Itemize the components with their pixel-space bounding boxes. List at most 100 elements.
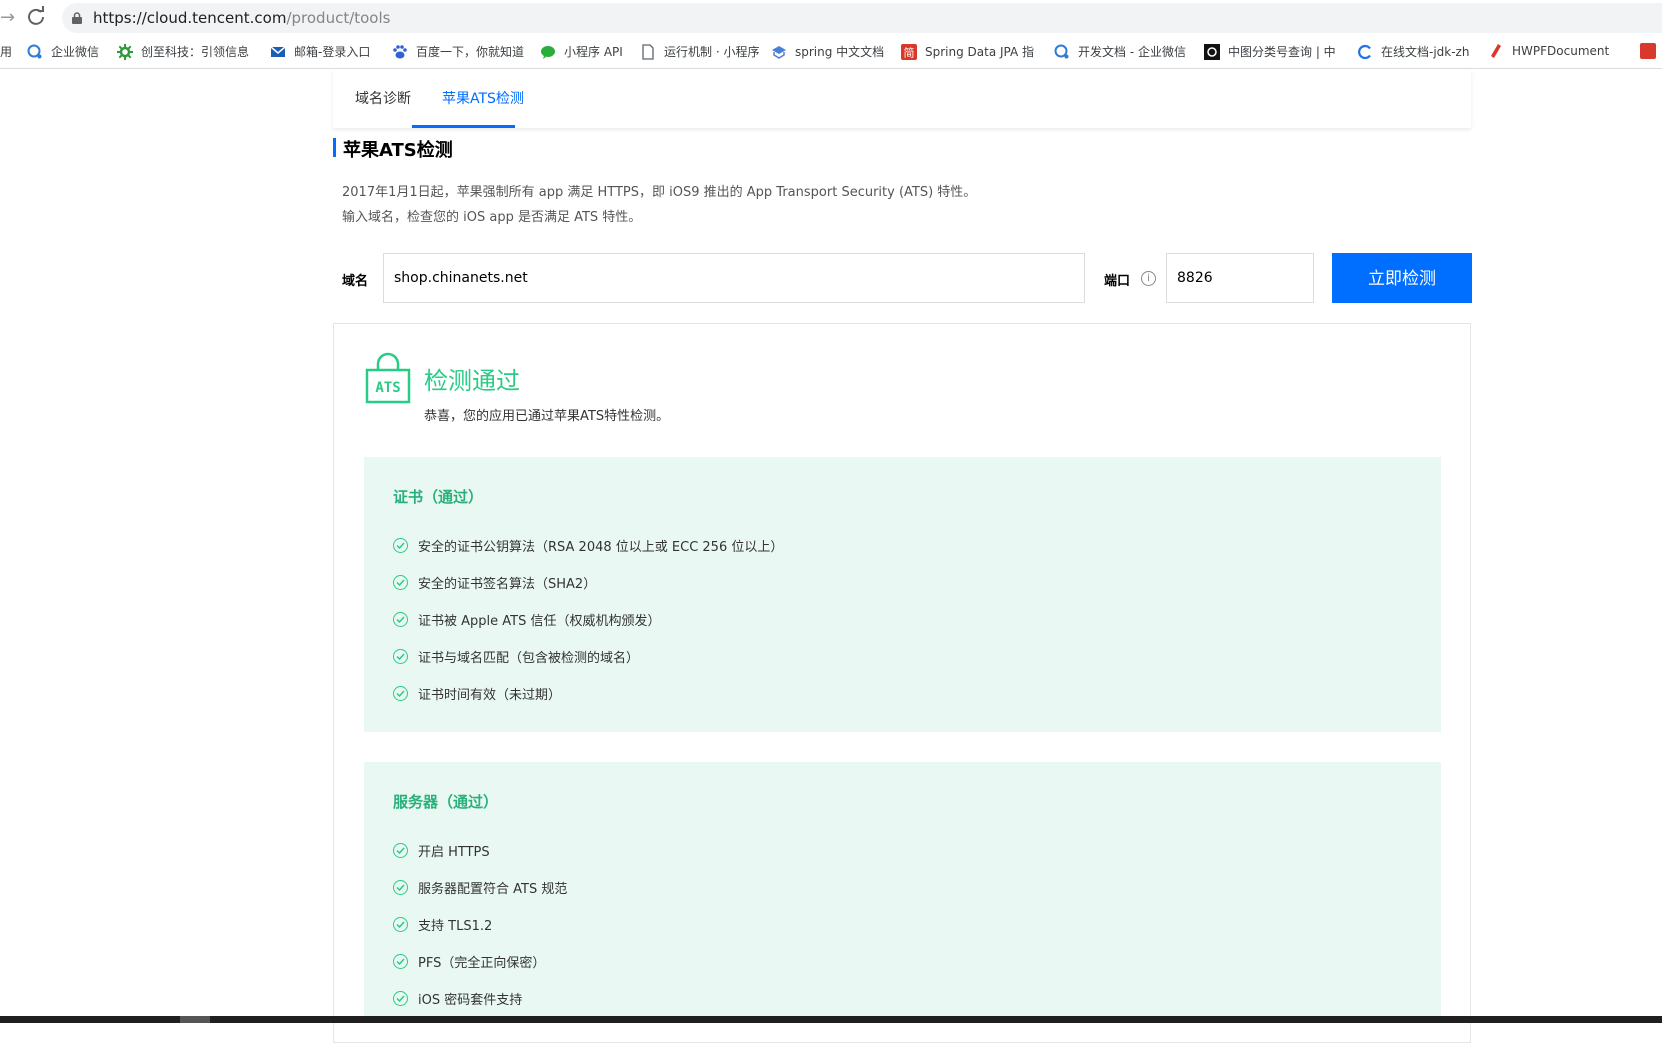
check-item: 支持 TLS1.2: [393, 914, 493, 934]
result-title: 检测通过: [424, 367, 520, 395]
check-item: 证书时间有效（未过期）: [393, 683, 562, 703]
bookmark-label: 开发文档 - 企业微信: [1078, 45, 1186, 59]
check-circle-icon: [393, 612, 408, 627]
tab-domain-diagnosis[interactable]: 域名诊断: [355, 88, 411, 108]
c-icon: [1358, 44, 1371, 59]
check-now-button[interactable]: 立即检测: [1332, 253, 1472, 303]
check-circle-icon: [393, 843, 408, 858]
bookmark-label: Spring Data JPA 指: [925, 45, 1035, 59]
bookmark-item[interactable]: 创至科技：引领信息: [117, 43, 252, 61]
pen-icon: [1491, 44, 1501, 58]
bookmark-label: 小程序 API: [564, 45, 623, 59]
bookmark-label: HWPFDocument: [1512, 44, 1610, 58]
bookmark-item[interactable]: 企业微信: [27, 43, 102, 61]
bookmark-item[interactable]: 开发文档 - 企业微信: [1054, 43, 1189, 61]
gear-green-icon: [117, 43, 133, 60]
url-text: https://cloud.tencent.com/product/tools: [93, 9, 390, 27]
port-label: 端口: [1104, 274, 1131, 289]
check-circle-icon: [393, 954, 408, 969]
check-item-text: iOS 密码套件支持: [418, 993, 523, 1008]
section-accent-bar: [333, 138, 336, 157]
check-circle-icon: [393, 575, 408, 590]
check-item: 安全的证书公钥算法（RSA 2048 位以上或 ECC 256 位以上）: [393, 535, 784, 555]
book-icon: [772, 45, 786, 59]
check-item: 开启 HTTPS: [393, 840, 490, 860]
check-item: 证书被 Apple ATS 信任（权威机构颁发）: [393, 609, 661, 629]
check-circle-icon: [393, 538, 408, 553]
bookmark-label: spring 中文文档: [795, 45, 885, 59]
section-title: 苹果ATS检测: [343, 140, 453, 161]
check-item: 服务器配置符合 ATS 规范: [393, 877, 568, 897]
domain-input[interactable]: [383, 253, 1085, 303]
wecom-icon: [27, 44, 42, 58]
bookmark-item[interactable]: 运行机制 · 小程序: [640, 43, 760, 61]
section-description-2: 输入域名，检查您的 iOS app 是否满足 ATS 特性。: [342, 210, 642, 225]
check-circle-icon: [393, 649, 408, 664]
bookmark-label: 企业微信: [51, 45, 100, 59]
bookmark-item[interactable]: 简 Spring Data JPA 指: [901, 43, 1038, 61]
jian-icon: [1640, 43, 1656, 59]
bookmark-item[interactable]: 百度一下，你就知道: [392, 43, 527, 61]
certificate-panel-title: 证书（通过）: [393, 488, 484, 506]
check-item: 安全的证书签名算法（SHA2）: [393, 572, 596, 592]
check-item: iOS 密码套件支持: [393, 988, 523, 1008]
page-icon: [642, 43, 654, 60]
check-item-text: 服务器配置符合 ATS 规范: [418, 882, 568, 897]
info-icon[interactable]: i: [1141, 271, 1156, 286]
bookmark-item[interactable]: 在线文档-jdk-zh: [1357, 43, 1477, 61]
taskbar-segment: [180, 1016, 210, 1023]
check-item-text: 安全的证书公钥算法（RSA 2048 位以上或 ECC 256 位以上）: [418, 540, 784, 555]
bookmark-item[interactable]: 邮箱-登录入口: [270, 43, 380, 61]
bookmark-label: 运行机制 · 小程序: [664, 45, 760, 59]
certificate-panel: 证书（通过） 安全的证书公钥算法（RSA 2048 位以上或 ECC 256 位…: [364, 457, 1441, 732]
check-circle-icon: [393, 991, 408, 1006]
svg-text:简: 简: [904, 45, 915, 59]
check-item-text: 开启 HTTPS: [418, 845, 490, 860]
jian-icon: 简: [901, 43, 917, 60]
bookmark-item[interactable]: spring 中文文档: [771, 43, 886, 61]
bookmark-label: 在线文档-jdk-zh: [1381, 45, 1470, 59]
bookmark-label: 百度一下，你就知道: [416, 45, 525, 59]
check-item: PFS（完全正向保密）: [393, 951, 546, 971]
bookmark-item[interactable]: 小程序 API: [540, 43, 640, 61]
browser-address-row: → https://cloud.tencent.com/product/tool…: [0, 0, 1662, 36]
check-item-text: 证书被 Apple ATS 信任（权威机构颁发）: [418, 614, 661, 629]
url-host: https://cloud.tencent.com: [93, 9, 287, 27]
address-bar[interactable]: https://cloud.tencent.com/product/tools: [62, 3, 1662, 33]
mail-icon: [270, 45, 286, 57]
check-circle-icon: [393, 917, 408, 932]
bookmark-label: 创至科技：引领信息: [141, 45, 250, 59]
check-item-text: PFS（完全正向保密）: [418, 956, 546, 971]
baidu-icon: [393, 44, 407, 58]
bookmark-item[interactable]: HWPFDocument: [1488, 43, 1623, 61]
active-tab-indicator: [412, 125, 515, 128]
forward-arrow-icon[interactable]: →: [0, 7, 15, 28]
section-description-1: 2017年1月1日起，苹果强制所有 app 满足 HTTPS，即 iOS9 推出…: [342, 185, 977, 200]
check-item-text: 支持 TLS1.2: [418, 919, 493, 934]
tab-apple-ats[interactable]: 苹果ATS检测: [442, 88, 524, 108]
server-panel: 服务器（通过） 开启 HTTPS 服务器配置符合 ATS 规范 支持 TLS1.…: [364, 762, 1441, 1023]
result-subtitle: 恭喜，您的应用已通过苹果ATS特性检测。: [424, 409, 670, 424]
check-item: 证书与域名匹配（包含被检测的域名）: [393, 646, 639, 666]
tool-tabs: 域名诊断 苹果ATS检测: [333, 70, 1471, 128]
ats-lock-icon: ATS: [365, 352, 411, 404]
bookmark-item[interactable]: 中图分类号查询 | 中: [1204, 43, 1344, 61]
bookmark-label: 用: [0, 45, 13, 59]
bookmark-label: 邮箱-登录入口: [294, 45, 371, 59]
taskbar-strip: [0, 1016, 1662, 1023]
port-input[interactable]: [1166, 253, 1314, 303]
black-square-icon: [1204, 43, 1220, 60]
wechat-icon: [541, 45, 555, 59]
check-circle-icon: [393, 686, 408, 701]
check-circle-icon: [393, 880, 408, 895]
wecom-icon: [1054, 44, 1069, 58]
bookmarks-bar: 用 企业微信 创至科技：引领信息 邮箱-登录入口 百度一下，你就知道 小程序 A…: [0, 36, 1662, 69]
ats-icon-text: ATS: [375, 380, 400, 396]
bookmark-item[interactable]: [1640, 43, 1662, 61]
server-panel-title: 服务器（通过）: [393, 793, 499, 811]
lock-icon: [72, 12, 82, 24]
reload-icon[interactable]: [26, 6, 46, 26]
check-item-text: 证书时间有效（未过期）: [418, 688, 562, 703]
domain-label: 域名: [342, 274, 369, 289]
bookmark-apps[interactable]: 用: [0, 43, 12, 61]
